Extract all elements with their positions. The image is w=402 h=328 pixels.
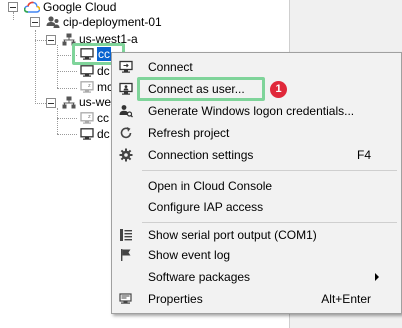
- vm-instance-icon: [80, 128, 94, 140]
- remote-desktop-user-icon: [119, 82, 133, 95]
- menu-item-connect[interactable]: Connect: [112, 56, 401, 78]
- vm-instance-icon: [80, 65, 94, 77]
- menu-item-open-cloud-console[interactable]: Open in Cloud Console: [112, 175, 401, 197]
- connect-as-user-highlight: [137, 77, 265, 101]
- collapse-toggle[interactable]: [30, 17, 40, 27]
- shortcut-label: F4: [356, 148, 371, 162]
- vm-instance-icon: [80, 48, 94, 60]
- menu-item-event-log[interactable]: Show event log: [112, 244, 401, 266]
- google-cloud-icon: [24, 1, 40, 13]
- menu-item-generate-credentials[interactable]: Generate Windows logon credentials...: [112, 100, 401, 122]
- properties-icon: [119, 293, 132, 304]
- svg-text:z: z: [88, 83, 91, 89]
- step-badge: 1: [270, 81, 287, 98]
- remote-desktop-icon: [119, 60, 133, 73]
- vm-instance-stopped-icon: z: [80, 81, 94, 93]
- instance-label[interactable]: dc: [97, 64, 110, 78]
- vm-instance-stopped-icon: z: [80, 112, 94, 124]
- shortcut-label: Alt+Enter: [321, 292, 371, 306]
- person-key-icon: [119, 105, 133, 118]
- tree-connector: [35, 30, 36, 104]
- svg-text:z: z: [88, 114, 91, 120]
- submenu-arrow-icon: [375, 273, 379, 281]
- menu-item-connection-settings[interactable]: Connection settings F4: [112, 144, 401, 166]
- menu-item-properties[interactable]: Properties Alt+Enter: [112, 288, 401, 310]
- tree-connector: [13, 12, 14, 20]
- serial-log-icon: [120, 229, 132, 241]
- menu-item-software-packages[interactable]: Software packages: [112, 266, 401, 288]
- instance-label-selected[interactable]: cc: [97, 47, 111, 61]
- instance-label[interactable]: cc: [97, 111, 109, 125]
- tree-connector: [35, 103, 46, 104]
- instance-label[interactable]: dc: [97, 127, 110, 141]
- tree-connector: [57, 108, 58, 134]
- tree-connector: [35, 40, 46, 41]
- zone-icon: [62, 96, 76, 109]
- tree-connector: [57, 88, 77, 89]
- tree-connector: [57, 134, 77, 135]
- gear-icon: [119, 148, 133, 162]
- collapse-toggle[interactable]: [8, 2, 18, 12]
- tree-root-label[interactable]: Google Cloud: [43, 0, 116, 14]
- collapse-toggle[interactable]: [46, 35, 56, 45]
- tree-connector: [57, 71, 77, 72]
- project-icon: [46, 16, 60, 28]
- menu-separator: [142, 222, 397, 223]
- menu-item-configure-iap[interactable]: Configure IAP access: [112, 196, 401, 218]
- tree-connector: [57, 118, 77, 119]
- project-label[interactable]: cip-deployment-01: [63, 15, 162, 29]
- flag-icon: [121, 249, 131, 261]
- tree-connector: [57, 45, 58, 88]
- collapse-toggle[interactable]: [46, 98, 56, 108]
- menu-item-refresh-project[interactable]: Refresh project: [112, 122, 401, 144]
- menu-separator: [142, 170, 397, 171]
- menu-item-serial-port-output[interactable]: Show serial port output (COM1): [112, 224, 401, 246]
- refresh-icon: [120, 127, 132, 139]
